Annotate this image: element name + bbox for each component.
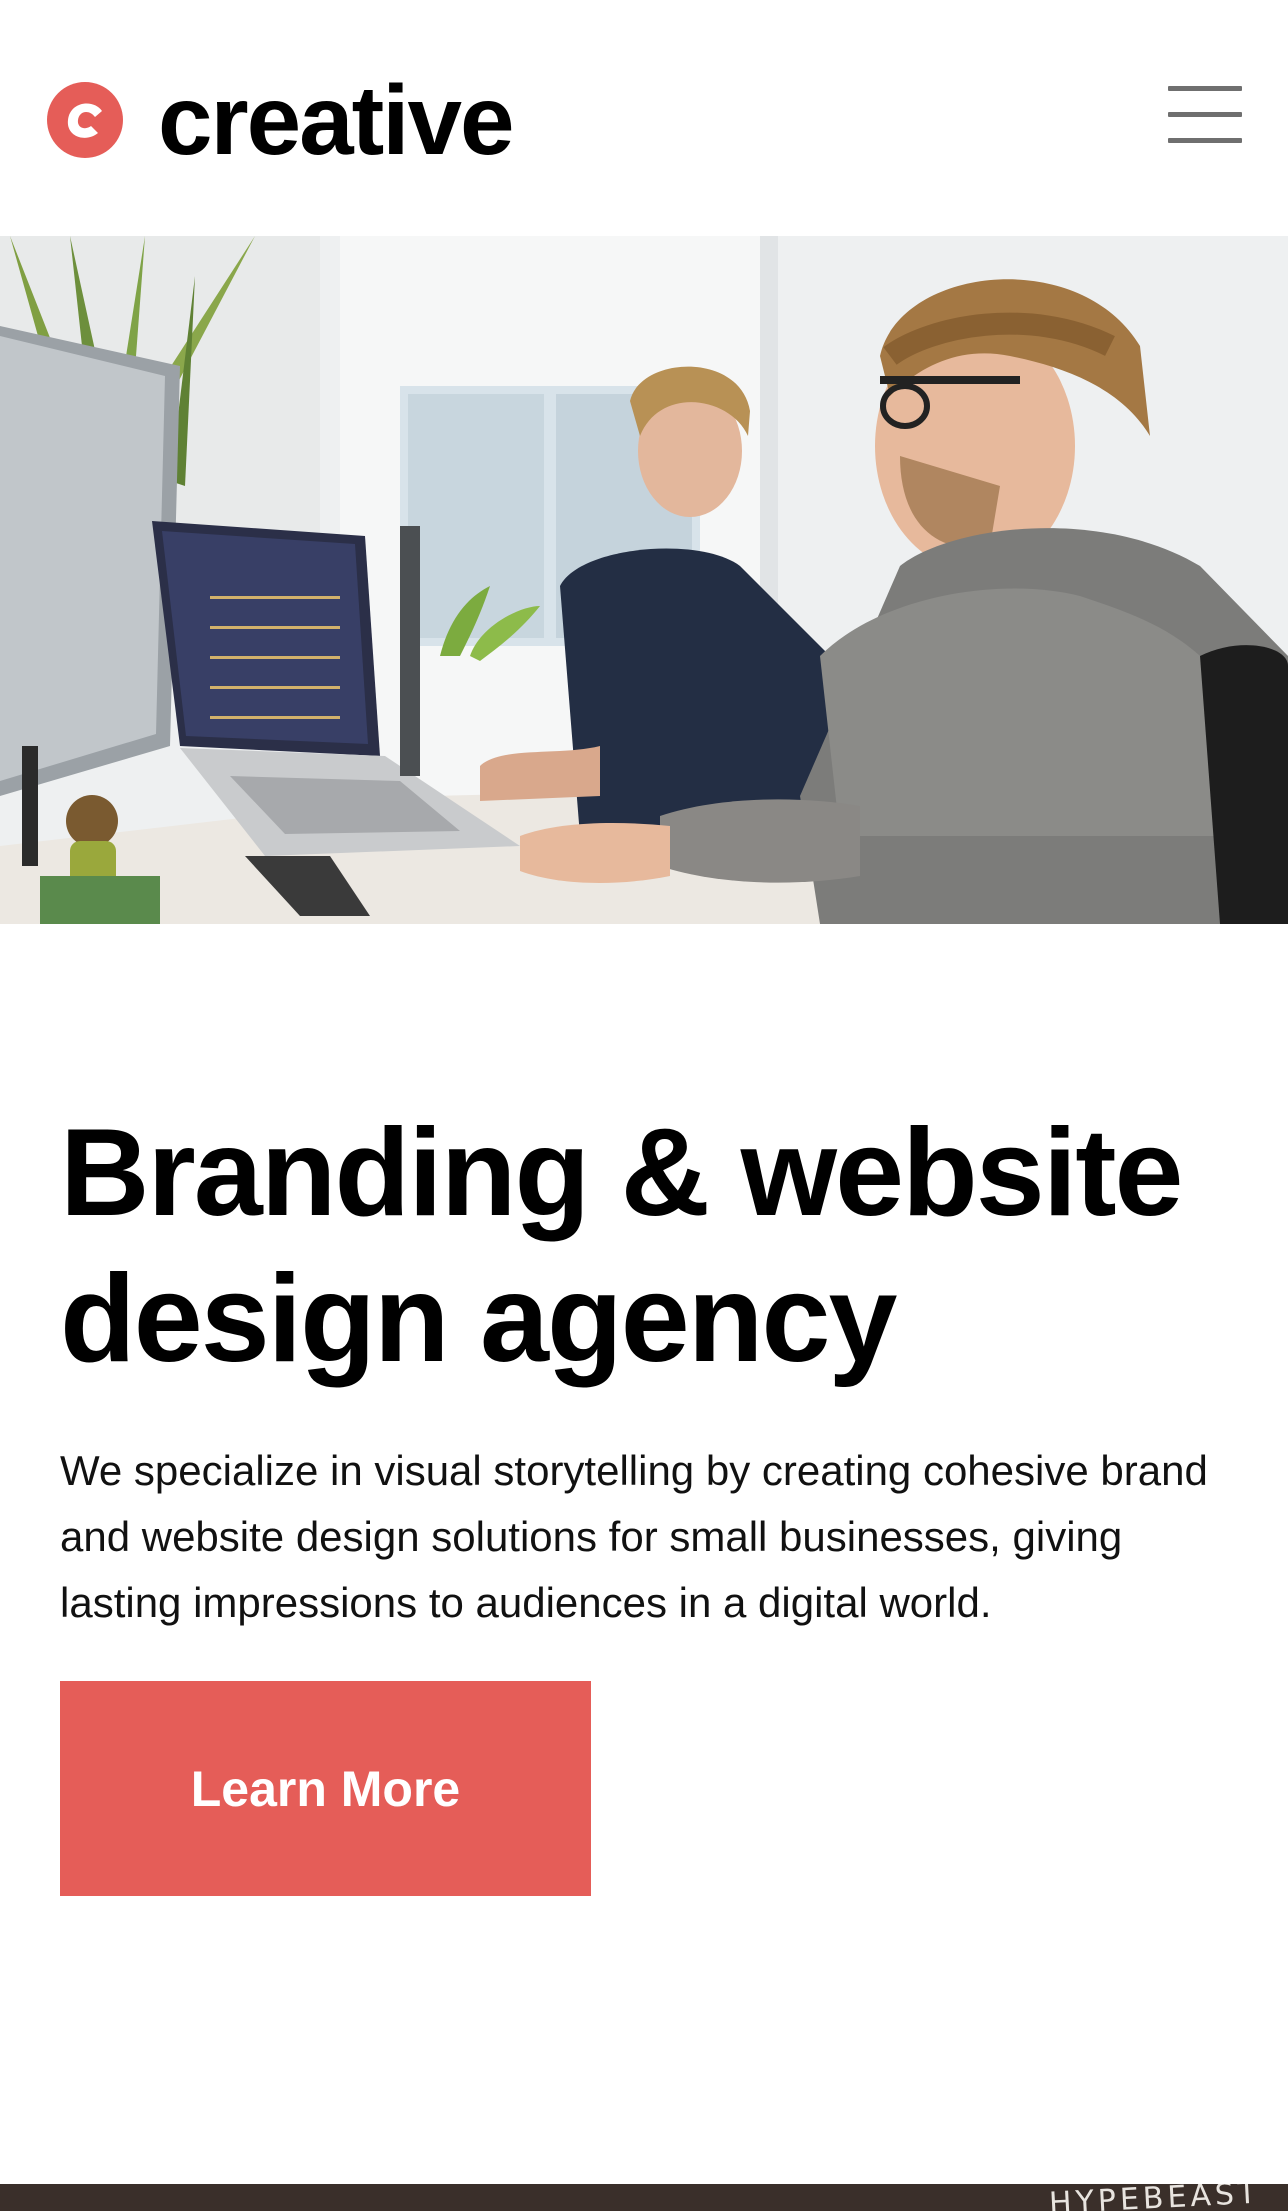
hero-title-line: Branding & website (60, 1104, 1183, 1242)
c-logo-icon (47, 82, 123, 158)
photo-text: HYPEBEAST (1047, 2184, 1261, 2211)
hero-description: We specialize in visual storytelling by … (60, 1447, 1208, 1626)
hamburger-menu-icon[interactable] (1168, 86, 1242, 144)
hero-content: Branding & website design agency We spec… (60, 1100, 1240, 1636)
logo-text: creative (158, 65, 515, 175)
menu-bar (1168, 138, 1242, 143)
menu-bar (1168, 112, 1242, 117)
menu-bar (1168, 86, 1242, 91)
logo[interactable]: creative (46, 65, 515, 175)
site-header: creative (0, 0, 1288, 236)
hero-office-photo (0, 236, 1288, 924)
learn-more-button[interactable]: Learn More (60, 1681, 591, 1896)
office-photo (0, 236, 1288, 924)
bottom-photo-strip: HYPEBEAST (0, 2184, 1288, 2211)
hero-title-line: design agency (60, 1250, 897, 1388)
hero-title: Branding & website design agency (60, 1100, 1240, 1392)
